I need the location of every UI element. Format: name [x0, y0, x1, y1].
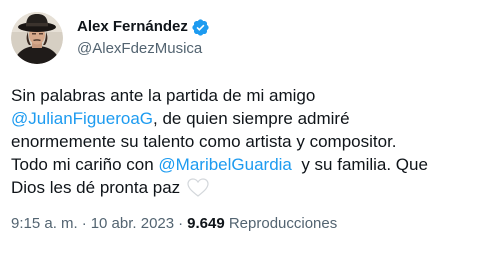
- tweet-text-line-4-start: Todo mi cariño con: [11, 155, 159, 174]
- tweet-meta: 9:15 a. m. · 10 abr. 2023 · 9.649 Reproducci…: [11, 214, 337, 234]
- author-display-name[interactable]: Alex Fernández: [77, 17, 188, 37]
- name-row: Alex Fernández: [77, 17, 210, 37]
- views-count[interactable]: 9.649: [187, 215, 225, 232]
- tweet-date[interactable]: 10 abr. 2023: [91, 215, 174, 232]
- meta-separator-2: ·: [178, 215, 184, 232]
- tweet-text-line-3: enormemente su talento como artista y co…: [11, 132, 397, 151]
- mention-link-maribelguardia[interactable]: @MaribelGuardia: [158, 155, 291, 174]
- meta-separator: ·: [81, 215, 87, 232]
- author-info: Alex Fernández @AlexFdezMusica: [77, 17, 210, 59]
- tweet-text-line-5: Dios les dé pronta paz: [11, 178, 185, 197]
- tweet-card: Alex Fernández @AlexFdezMusica Sin palab…: [0, 0, 500, 258]
- avatar-image: [11, 12, 63, 64]
- verified-badge-icon[interactable]: [191, 18, 210, 37]
- mention-link-julianfigueroag[interactable]: @JulianFigueroaG: [11, 109, 153, 128]
- tweet-text-line-2: , de quien siempre admiré: [153, 109, 350, 128]
- avatar[interactable]: [11, 12, 63, 64]
- views-label[interactable]: Reproducciones: [229, 215, 337, 232]
- author-handle[interactable]: @AlexFdezMusica: [77, 39, 210, 59]
- tweet-text: Sin palabras ante la partida de mi amigo…: [11, 84, 491, 199]
- tweet-text-line-1: Sin palabras ante la partida de mi amigo: [11, 86, 316, 105]
- white-heart-icon: [187, 178, 209, 197]
- tweet-time[interactable]: 9:15 a. m.: [11, 215, 78, 232]
- tweet-header: Alex Fernández @AlexFdezMusica: [11, 9, 210, 67]
- tweet-text-line-4-end: y su familia. Que: [291, 155, 428, 174]
